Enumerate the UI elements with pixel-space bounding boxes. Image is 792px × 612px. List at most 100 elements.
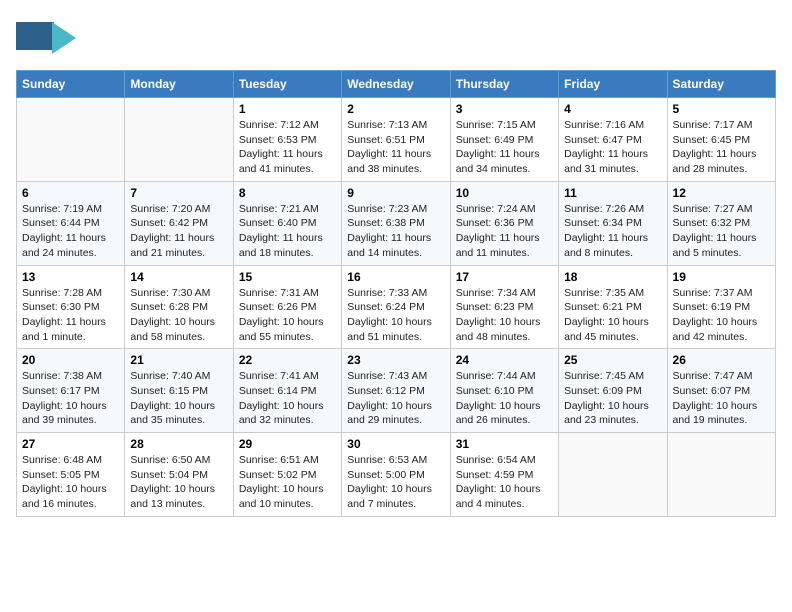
day-info: Sunrise: 7:44 AM Sunset: 6:10 PM Dayligh…: [456, 369, 553, 428]
day-number: 14: [130, 270, 227, 284]
calendar-cell: [17, 98, 125, 182]
day-info: Sunrise: 7:40 AM Sunset: 6:15 PM Dayligh…: [130, 369, 227, 428]
calendar-cell: 21 Sunrise: 7:40 AM Sunset: 6:15 PM Dayli…: [125, 349, 233, 433]
day-number: 2: [347, 102, 444, 116]
day-number: 8: [239, 186, 336, 200]
calendar-cell: 17Sunrise: 7:34 AM Sunset: 6:23 PM Dayli…: [450, 265, 558, 349]
day-number: 30: [347, 437, 444, 451]
calendar-body: 1 Sunrise: 7:12 AM Sunset: 6:53 PM Daylig…: [17, 98, 776, 517]
calendar-cell: [559, 433, 667, 517]
day-info: Sunrise: 7:27 AM Sunset: 6:32 PM Dayligh…: [673, 202, 770, 261]
day-info: Sunrise: 7:35 AM Sunset: 6:21 PM Dayligh…: [564, 286, 661, 345]
calendar-cell: 30 Sunrise: 6:53 AM Sunset: 5:00 PM Dayli…: [342, 433, 450, 517]
calendar-cell: 14 Sunrise: 7:30 AM Sunset: 6:28 PM Dayli…: [125, 265, 233, 349]
day-info: Sunrise: 7:28 AM Sunset: 6:30 PM Dayligh…: [22, 286, 119, 345]
day-number: 10: [456, 186, 553, 200]
day-number: 29: [239, 437, 336, 451]
day-number: 6: [22, 186, 119, 200]
logo-icon: [16, 16, 76, 60]
header-cell-saturday: Saturday: [667, 71, 775, 98]
day-info: Sunrise: 7:38 AM Sunset: 6:17 PM Dayligh…: [22, 369, 119, 428]
day-number: 18: [564, 270, 661, 284]
day-number: 31: [456, 437, 553, 451]
calendar-cell: 16 Sunrise: 7:33 AM Sunset: 6:24 PM Dayli…: [342, 265, 450, 349]
day-info: Sunrise: 7:41 AM Sunset: 6:14 PM Dayligh…: [239, 369, 336, 428]
day-number: 27: [22, 437, 119, 451]
day-info: Sunrise: 7:13 AM Sunset: 6:51 PM Dayligh…: [347, 118, 444, 177]
calendar-cell: 20 Sunrise: 7:38 AM Sunset: 6:17 PM Dayli…: [17, 349, 125, 433]
header-cell-monday: Monday: [125, 71, 233, 98]
day-info: Sunrise: 7:19 AM Sunset: 6:44 PM Dayligh…: [22, 202, 119, 261]
calendar-cell: 10Sunrise: 7:24 AM Sunset: 6:36 PM Dayli…: [450, 181, 558, 265]
day-info: Sunrise: 7:12 AM Sunset: 6:53 PM Dayligh…: [239, 118, 336, 177]
day-number: 25: [564, 353, 661, 367]
header-cell-wednesday: Wednesday: [342, 71, 450, 98]
calendar-cell: 4 Sunrise: 7:16 AM Sunset: 6:47 PM Daylig…: [559, 98, 667, 182]
day-info: Sunrise: 7:47 AM Sunset: 6:07 PM Dayligh…: [673, 369, 770, 428]
calendar-cell: [125, 98, 233, 182]
day-number: 22: [239, 353, 336, 367]
day-number: 24: [456, 353, 553, 367]
calendar-cell: 2 Sunrise: 7:13 AM Sunset: 6:51 PM Daylig…: [342, 98, 450, 182]
day-info: Sunrise: 6:51 AM Sunset: 5:02 PM Dayligh…: [239, 453, 336, 512]
day-info: Sunrise: 6:54 AM Sunset: 4:59 PM Dayligh…: [456, 453, 553, 512]
day-number: 26: [673, 353, 770, 367]
page-header: [16, 16, 776, 60]
calendar-cell: 13 Sunrise: 7:28 AM Sunset: 6:30 PM Dayli…: [17, 265, 125, 349]
day-number: 20: [22, 353, 119, 367]
day-number: 21: [130, 353, 227, 367]
day-info: Sunrise: 7:15 AM Sunset: 6:49 PM Dayligh…: [456, 118, 553, 177]
calendar-cell: 1 Sunrise: 7:12 AM Sunset: 6:53 PM Daylig…: [233, 98, 341, 182]
day-info: Sunrise: 7:45 AM Sunset: 6:09 PM Dayligh…: [564, 369, 661, 428]
day-info: Sunrise: 7:33 AM Sunset: 6:24 PM Dayligh…: [347, 286, 444, 345]
day-number: 23: [347, 353, 444, 367]
day-number: 28: [130, 437, 227, 451]
day-number: 16: [347, 270, 444, 284]
calendar-cell: 25 Sunrise: 7:45 AM Sunset: 6:09 PM Dayli…: [559, 349, 667, 433]
day-info: Sunrise: 7:30 AM Sunset: 6:28 PM Dayligh…: [130, 286, 227, 345]
calendar-cell: [667, 433, 775, 517]
day-number: 1: [239, 102, 336, 116]
day-number: 15: [239, 270, 336, 284]
calendar-week-5: 27Sunrise: 6:48 AM Sunset: 5:05 PM Dayli…: [17, 433, 776, 517]
calendar-cell: 24 Sunrise: 7:44 AM Sunset: 6:10 PM Dayli…: [450, 349, 558, 433]
calendar-cell: 3 Sunrise: 7:15 AM Sunset: 6:49 PM Daylig…: [450, 98, 558, 182]
logo: [16, 16, 82, 60]
calendar-cell: 26 Sunrise: 7:47 AM Sunset: 6:07 PM Dayli…: [667, 349, 775, 433]
calendar-week-3: 13 Sunrise: 7:28 AM Sunset: 6:30 PM Dayli…: [17, 265, 776, 349]
calendar-week-2: 6 Sunrise: 7:19 AM Sunset: 6:44 PM Daylig…: [17, 181, 776, 265]
header-cell-sunday: Sunday: [17, 71, 125, 98]
day-number: 7: [130, 186, 227, 200]
day-number: 13: [22, 270, 119, 284]
calendar-cell: 28 Sunrise: 6:50 AM Sunset: 5:04 PM Dayli…: [125, 433, 233, 517]
day-info: Sunrise: 7:26 AM Sunset: 6:34 PM Dayligh…: [564, 202, 661, 261]
calendar-cell: 11 Sunrise: 7:26 AM Sunset: 6:34 PM Dayli…: [559, 181, 667, 265]
day-number: 5: [673, 102, 770, 116]
calendar-table: SundayMondayTuesdayWednesdayThursdayFrid…: [16, 70, 776, 517]
day-number: 19: [673, 270, 770, 284]
day-info: Sunrise: 6:53 AM Sunset: 5:00 PM Dayligh…: [347, 453, 444, 512]
day-info: Sunrise: 6:50 AM Sunset: 5:04 PM Dayligh…: [130, 453, 227, 512]
calendar-week-4: 20 Sunrise: 7:38 AM Sunset: 6:17 PM Dayli…: [17, 349, 776, 433]
calendar-cell: 7Sunrise: 7:20 AM Sunset: 6:42 PM Daylig…: [125, 181, 233, 265]
day-info: Sunrise: 7:17 AM Sunset: 6:45 PM Dayligh…: [673, 118, 770, 177]
calendar-cell: 18 Sunrise: 7:35 AM Sunset: 6:21 PM Dayli…: [559, 265, 667, 349]
day-info: Sunrise: 7:21 AM Sunset: 6:40 PM Dayligh…: [239, 202, 336, 261]
day-info: Sunrise: 7:37 AM Sunset: 6:19 PM Dayligh…: [673, 286, 770, 345]
calendar-cell: 29 Sunrise: 6:51 AM Sunset: 5:02 PM Dayli…: [233, 433, 341, 517]
day-info: Sunrise: 7:43 AM Sunset: 6:12 PM Dayligh…: [347, 369, 444, 428]
calendar-cell: 19 Sunrise: 7:37 AM Sunset: 6:19 PM Dayli…: [667, 265, 775, 349]
day-number: 12: [673, 186, 770, 200]
day-number: 4: [564, 102, 661, 116]
calendar-cell: 22 Sunrise: 7:41 AM Sunset: 6:14 PM Dayli…: [233, 349, 341, 433]
calendar-cell: 27Sunrise: 6:48 AM Sunset: 5:05 PM Dayli…: [17, 433, 125, 517]
header-cell-thursday: Thursday: [450, 71, 558, 98]
calendar-cell: 6 Sunrise: 7:19 AM Sunset: 6:44 PM Daylig…: [17, 181, 125, 265]
day-number: 3: [456, 102, 553, 116]
day-info: Sunrise: 7:34 AM Sunset: 6:23 PM Dayligh…: [456, 286, 553, 345]
day-number: 11: [564, 186, 661, 200]
day-info: Sunrise: 7:23 AM Sunset: 6:38 PM Dayligh…: [347, 202, 444, 261]
calendar-header-row: SundayMondayTuesdayWednesdayThursdayFrid…: [17, 71, 776, 98]
day-info: Sunrise: 7:16 AM Sunset: 6:47 PM Dayligh…: [564, 118, 661, 177]
calendar-cell: 23 Sunrise: 7:43 AM Sunset: 6:12 PM Dayli…: [342, 349, 450, 433]
